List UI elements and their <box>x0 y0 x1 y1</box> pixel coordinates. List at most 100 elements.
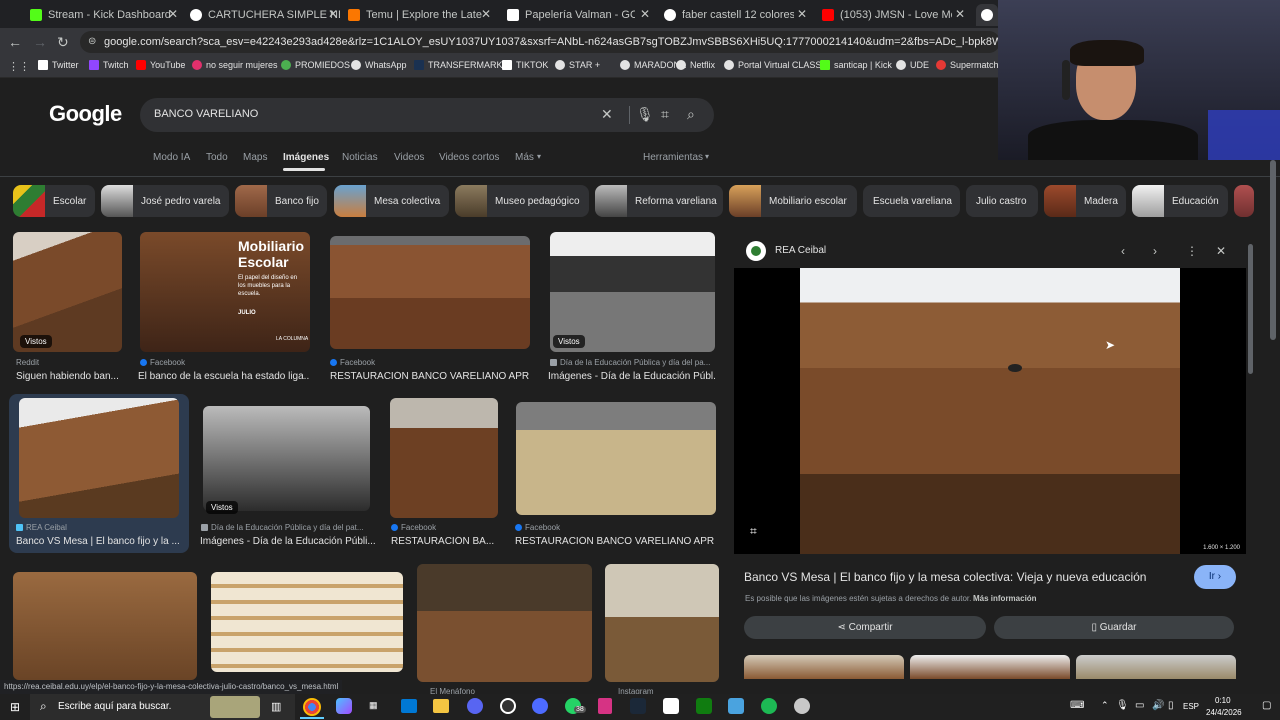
save-button[interactable]: ▯ Guardar <box>994 616 1234 639</box>
result-image[interactable]: Mobiliario Escolar El papel del diseño e… <box>140 232 310 352</box>
result-source[interactable]: Día de la Educación Pública y día del pa… <box>550 358 715 367</box>
bookmark-youtube[interactable]: YouTube <box>136 60 185 70</box>
obs-icon[interactable] <box>500 698 516 714</box>
windows-start-icon[interactable]: ⊞ <box>10 700 20 714</box>
tab-maps[interactable]: Maps <box>243 152 267 163</box>
tab-faber[interactable]: faber castell 12 colores - Busca✕ <box>664 4 809 26</box>
result-title[interactable]: Banco VS Mesa | El banco fijo y la ... <box>16 536 181 547</box>
result-title[interactable]: Imágenes - Día de la Educación Públ... <box>548 371 715 382</box>
result-image[interactable] <box>550 232 715 352</box>
chip-reforma-vareliana[interactable]: Reforma vareliana <box>595 185 723 217</box>
back-icon[interactable]: ← <box>8 34 22 50</box>
chevron-up-icon[interactable]: ⌃ <box>1101 700 1109 711</box>
mic-icon[interactable]: 🎙 <box>1116 700 1129 711</box>
related-image[interactable] <box>910 655 1070 679</box>
google-logo[interactable]: Google <box>49 101 122 127</box>
lens-icon[interactable]: ⌗ <box>661 106 669 123</box>
address-bar[interactable]: ⊜ google.com/search?sca_esv=e42243e293ad4… <box>80 31 1000 53</box>
spotify-icon[interactable] <box>761 698 777 714</box>
mail-icon[interactable] <box>401 699 417 713</box>
result-image[interactable] <box>390 398 498 518</box>
related-image[interactable] <box>744 655 904 679</box>
bookmark-twitch[interactable]: Twitch <box>89 60 129 70</box>
previous-icon[interactable]: ‹ <box>1121 244 1125 258</box>
result-image[interactable] <box>13 572 197 680</box>
result-title[interactable]: Siguen habiendo ban... <box>16 371 121 382</box>
chip-julio-castro[interactable]: Julio castro <box>966 185 1038 217</box>
bookmark-twitter[interactable]: Twitter <box>38 60 79 70</box>
battery-icon[interactable]: ▯ <box>1168 700 1174 711</box>
bookmark-portal-virtual[interactable]: Portal Virtual CLASS <box>724 60 821 70</box>
clock-date[interactable]: 24/4/2026 <box>1206 708 1242 717</box>
result-source[interactable]: Facebook <box>515 523 715 532</box>
close-tab-icon[interactable]: ✕ <box>640 7 650 21</box>
bookmark-promiedos[interactable]: PROMIEDOS <box>281 60 350 70</box>
taskbar-search[interactable]: ⌕ Escribe aquí para buscar. <box>30 694 295 720</box>
related-image[interactable] <box>1076 655 1236 679</box>
result-image[interactable] <box>13 232 122 352</box>
app-icon[interactable] <box>598 698 612 714</box>
result-title[interactable]: RESTAURACIÓN BA... <box>391 536 499 547</box>
language-indicator[interactable]: ESP <box>1183 702 1199 711</box>
more-info-link[interactable]: Más información <box>973 594 1037 603</box>
result-source[interactable]: REA Ceibal <box>16 523 181 532</box>
file-explorer-icon[interactable] <box>433 699 449 713</box>
tab-youtube[interactable]: (1053) JMSN - Love Me (Officia✕ <box>822 4 967 26</box>
steam-icon[interactable] <box>630 698 646 714</box>
search-icon[interactable]: ⌕ <box>687 106 695 123</box>
result-image[interactable] <box>211 572 403 672</box>
result-source[interactable]: Reddit <box>16 358 121 367</box>
clock-time[interactable]: 0:10 <box>1215 696 1231 705</box>
close-panel-icon[interactable]: ✕ <box>1216 244 1226 258</box>
task-view-icon[interactable]: ▥ <box>271 700 281 713</box>
reload-icon[interactable]: ↻ <box>57 34 69 51</box>
taskbar-search-input[interactable]: Escribe aquí para buscar. <box>58 701 171 712</box>
next-icon[interactable]: › <box>1153 244 1157 258</box>
chip-banco-fijo[interactable]: Banco fijo <box>235 185 327 217</box>
result-title[interactable]: El banco de la escuela ha estado liga... <box>138 371 310 382</box>
share-button[interactable]: ⋖ Compartir <box>744 616 986 639</box>
chip-jose-pedro-varela[interactable]: José pedro varela <box>101 185 229 217</box>
search-input[interactable]: BANCO VARELIANO <box>154 108 258 120</box>
close-tab-icon[interactable]: ✕ <box>168 7 178 21</box>
bookmark-star[interactable]: STAR + <box>555 60 600 70</box>
tab-temu[interactable]: Temu | Explore the Latest Cloth✕ <box>348 4 493 26</box>
chip-museo-pedagogico[interactable]: Museo pedagógico <box>455 185 589 217</box>
panel-site-name[interactable]: REA Ceibal <box>775 245 826 256</box>
tab-cartuchera[interactable]: CARTUCHERA SIMPLE NEGRA✕ <box>190 4 340 26</box>
app-icon[interactable] <box>728 698 744 714</box>
tab-noticias[interactable]: Noticias <box>342 152 378 163</box>
chip-more[interactable] <box>1234 185 1254 217</box>
apps-grid-icon[interactable]: ⋮⋮ <box>8 60 30 73</box>
tab-kick[interactable]: Stream - Kick Dashboard ✕ <box>30 4 180 26</box>
result-image[interactable] <box>605 564 719 682</box>
visit-button[interactable]: Ir › <box>1194 565 1236 589</box>
lens-search-icon[interactable]: ⌗ <box>750 524 757 539</box>
chip-madera[interactable]: Madera <box>1044 185 1126 217</box>
result-image[interactable] <box>19 398 179 518</box>
result-title[interactable]: Imágenes - Día de la Educación Públi... <box>200 536 375 547</box>
close-tab-icon[interactable]: ✕ <box>328 7 338 21</box>
result-image[interactable] <box>203 406 370 511</box>
chrome-icon[interactable] <box>303 698 321 716</box>
close-tab-icon[interactable]: ✕ <box>797 7 807 21</box>
tab-videos[interactable]: Videos <box>394 152 424 163</box>
app-icon[interactable] <box>532 698 548 714</box>
preview-image[interactable]: ➤ <box>800 268 1180 554</box>
volume-icon[interactable]: 🔊 <box>1152 700 1164 711</box>
result-source[interactable]: Facebook <box>140 358 310 367</box>
site-info-icon[interactable]: ⊜ <box>88 31 96 53</box>
keyboard-icon[interactable]: ⌨ <box>1070 700 1084 711</box>
forward-icon[interactable]: → <box>33 34 47 50</box>
bookmark-santicap-kick[interactable]: santicap | Kick <box>820 60 892 70</box>
chip-escuela-vareliana[interactable]: Escuela vareliana <box>863 185 960 217</box>
tab-imagenes[interactable]: Imágenes <box>283 152 329 163</box>
search-box[interactable]: BANCO VARELIANO ✕ 🎙 ⌗ ⌕ <box>140 98 714 132</box>
bookmark-ude[interactable]: UDE <box>896 60 929 70</box>
app-icon[interactable]: ▦ <box>369 700 378 711</box>
tab-modo-ia[interactable]: Modo IA <box>153 152 190 163</box>
app-icon[interactable] <box>794 698 810 714</box>
bookmark-transfermarkt[interactable]: TRANSFERMARKT <box>414 60 508 70</box>
preview-title[interactable]: Banco VS Mesa | El banco fijo y la mesa … <box>744 570 1184 584</box>
chip-escolar[interactable]: Escolar <box>13 185 95 217</box>
